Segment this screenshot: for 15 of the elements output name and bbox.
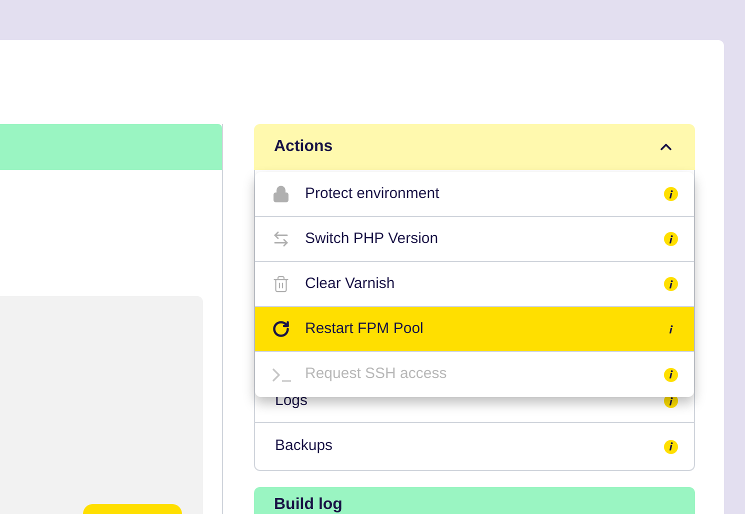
info-icon[interactable] xyxy=(664,187,678,201)
info-icon[interactable] xyxy=(664,440,678,454)
terminal-icon xyxy=(272,368,292,382)
action-item[interactable]: Backups xyxy=(275,435,333,458)
build-log-title: Build log xyxy=(274,496,342,513)
info-icon[interactable] xyxy=(664,232,678,246)
swap-arrows-icon xyxy=(272,230,290,248)
info-icon[interactable] xyxy=(664,277,678,291)
menu-item[interactable]: Protect environment xyxy=(255,172,694,217)
trash-icon xyxy=(272,275,290,293)
lock-icon xyxy=(272,185,290,203)
menu-item[interactable]: Switch PHP Version xyxy=(255,217,694,262)
actions-header[interactable]: Actions xyxy=(254,124,695,170)
menu-item[interactable]: Restart FPM Pool xyxy=(255,307,694,352)
refresh-icon xyxy=(272,320,290,338)
